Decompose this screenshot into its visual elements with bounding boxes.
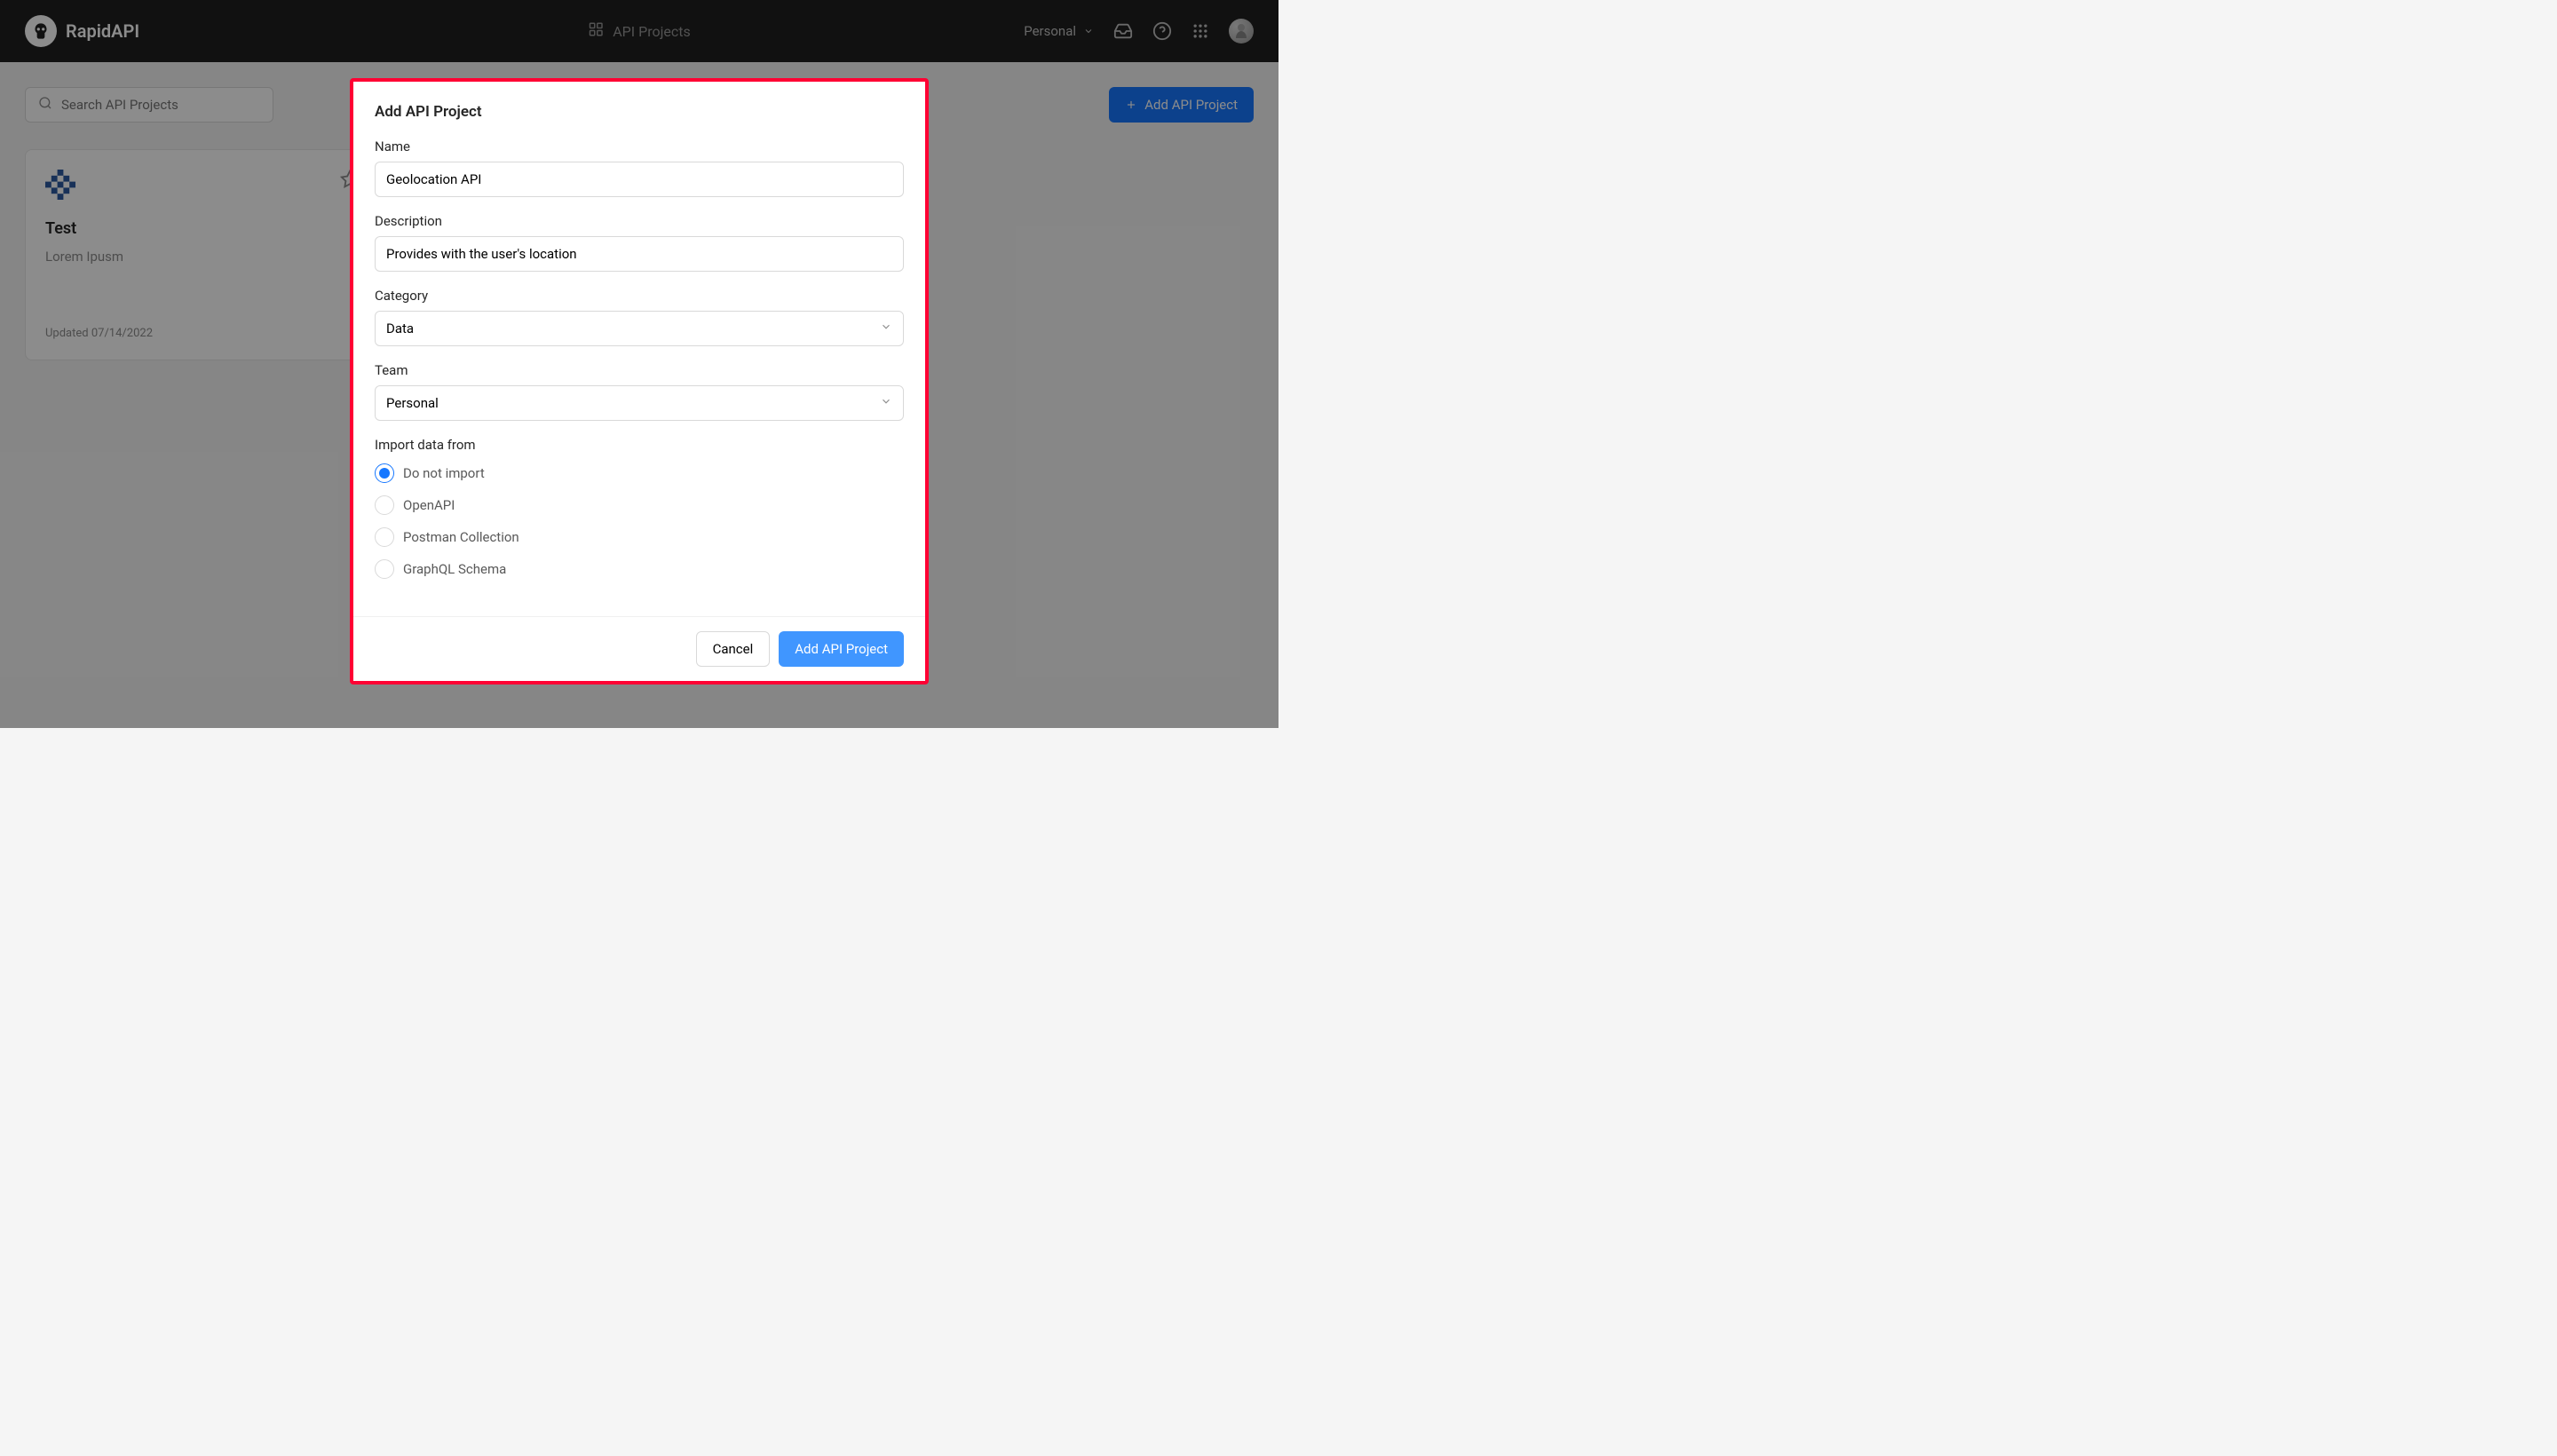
description-label: Description — [375, 213, 904, 229]
chevron-down-icon — [880, 395, 892, 411]
radio-label: Do not import — [403, 465, 485, 481]
radio-circle-icon — [375, 527, 394, 547]
radio-label: Postman Collection — [403, 529, 519, 545]
radio-circle-icon — [375, 559, 394, 579]
radio-do-not-import[interactable]: Do not import — [375, 463, 904, 483]
name-label: Name — [375, 138, 904, 154]
radio-openapi[interactable]: OpenAPI — [375, 495, 904, 515]
radio-circle-icon — [375, 495, 394, 515]
category-label: Category — [375, 288, 904, 304]
modal-overlay[interactable]: Add API Project Name Description Categor… — [0, 0, 1278, 728]
modal-title: Add API Project — [375, 103, 904, 121]
cancel-button[interactable]: Cancel — [696, 631, 771, 667]
team-value: Personal — [386, 395, 439, 411]
team-label: Team — [375, 362, 904, 378]
import-label: Import data from — [375, 437, 904, 453]
radio-postman[interactable]: Postman Collection — [375, 527, 904, 547]
radio-label: GraphQL Schema — [403, 561, 506, 577]
chevron-down-icon — [880, 320, 892, 336]
description-input[interactable] — [375, 236, 904, 272]
submit-button[interactable]: Add API Project — [779, 631, 904, 667]
name-input[interactable] — [375, 162, 904, 197]
category-select[interactable]: Data — [375, 311, 904, 346]
team-select[interactable]: Personal — [375, 385, 904, 421]
category-value: Data — [386, 320, 414, 336]
radio-graphql[interactable]: GraphQL Schema — [375, 559, 904, 579]
radio-label: OpenAPI — [403, 497, 455, 513]
add-project-modal: Add API Project Name Description Categor… — [350, 78, 929, 684]
radio-circle-icon — [375, 463, 394, 483]
